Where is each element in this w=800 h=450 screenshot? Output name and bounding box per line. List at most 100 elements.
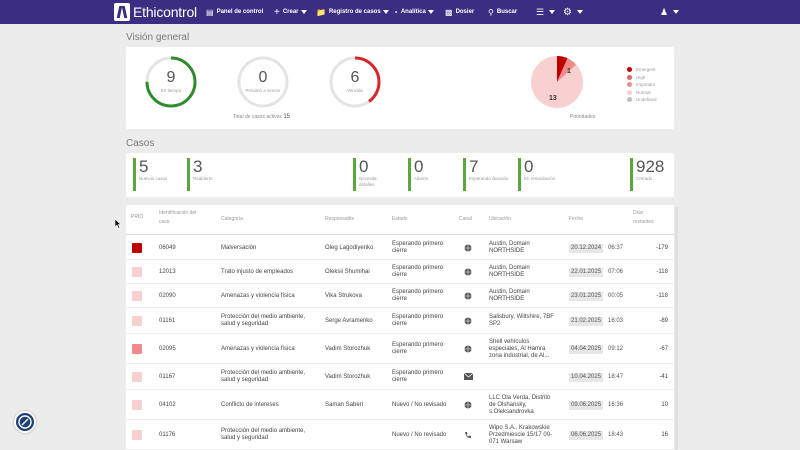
- stat-remediation[interactable]: 0 En remediación: [518, 158, 558, 191]
- priority-indicator: [132, 344, 142, 354]
- table-row[interactable]: 01161 Protección del medio ambiente, salu…: [126, 308, 674, 334]
- table-row[interactable]: 01176 Protección del medio ambiente, salu…: [126, 420, 674, 450]
- nav-cases-registry[interactable]: 📁 Registro de casos: [316, 0, 389, 24]
- legend-item-high[interactable]: High: [627, 74, 657, 82]
- brand-link[interactable]: Ethicontrol: [114, 3, 197, 21]
- table-row[interactable]: 02095 Amenazas y violencia física Vadim St…: [126, 334, 674, 364]
- th-location[interactable]: Ubicación: [489, 215, 511, 224]
- legend-label: High: [636, 74, 646, 80]
- cell-status: Nuevo / No revisado: [392, 401, 447, 408]
- user-icon: ♟: [660, 6, 669, 17]
- cell-date: 23.01.2025: [569, 291, 604, 301]
- cell-category: Amenazas y violencia física: [221, 292, 295, 299]
- overview-title: Visión general: [126, 32, 190, 43]
- cell-days-left: -89: [659, 317, 668, 324]
- cell-time: 06:37: [608, 244, 624, 251]
- nav-user[interactable]: ♟: [660, 0, 680, 24]
- cell-category: Protección del medio ambiente, salud y s…: [221, 314, 306, 327]
- nav-analytics[interactable]: ◔ Analítica: [393, 0, 434, 24]
- plus-icon: +: [274, 6, 280, 18]
- table-row[interactable]: 06049 Malversación Oleg Lagodiyenko Esperan…: [126, 236, 674, 260]
- table-row[interactable]: 12013 Trato injusto de empleados Oleksii S…: [126, 260, 674, 284]
- nav-create-label: Crear: [282, 9, 299, 15]
- gauge-overdue[interactable]: 6 Vencido: [328, 55, 382, 109]
- cell-case-id[interactable]: 02095: [159, 346, 176, 353]
- th-priority[interactable]: PRIO: [131, 213, 143, 222]
- stat-open[interactable]: 0 Abierto: [408, 158, 428, 191]
- nav-settings[interactable]: ⚙: [563, 0, 583, 24]
- pie-chart-icon: ◔: [393, 7, 398, 17]
- cell-time: 16:36: [608, 401, 624, 408]
- gauge-due-soon-label: Próximo a vencer: [245, 88, 281, 93]
- chevron-down-icon: [576, 10, 583, 14]
- cell-case-id[interactable]: 04102: [159, 402, 176, 409]
- folder-icon: 📁: [316, 7, 326, 17]
- nav-dossier[interactable]: ▩ Dosier: [445, 0, 474, 24]
- total-active-value: 15: [283, 114, 290, 120]
- cell-category: Amenazas y violencia física: [221, 345, 295, 352]
- legend-label: Important: [636, 82, 656, 88]
- cell-time: 09:12: [608, 345, 624, 352]
- nav-search[interactable]: ⚲ Buscar: [488, 0, 517, 24]
- stat-closed[interactable]: 928 Cerrado: [630, 158, 664, 191]
- help-widget-button[interactable]: [14, 411, 36, 433]
- th-channel[interactable]: Canal: [459, 215, 472, 224]
- nav-cases-registry-label: Registro de casos: [328, 9, 381, 15]
- cell-days-left: -41: [659, 373, 668, 380]
- cell-case-id[interactable]: 01176: [159, 432, 175, 439]
- globe-icon: [464, 244, 472, 252]
- stat-awaiting-decision[interactable]: 7 Esperando decisión: [463, 158, 509, 191]
- cell-case-id[interactable]: 01167: [159, 374, 175, 381]
- gauge-overdue-label: Vencido: [346, 88, 363, 93]
- mouse-cursor-icon: [115, 219, 122, 229]
- cell-case-id[interactable]: 01161: [159, 318, 175, 325]
- legend-item-normal[interactable]: Normal: [627, 89, 657, 97]
- cell-date: 10.04.2025: [569, 372, 604, 382]
- stat-reopened[interactable]: 3 Reabierto: [187, 158, 213, 191]
- ethicontrol-logo-icon: [114, 3, 130, 21]
- cell-responsible: Serge Avramenko: [325, 317, 373, 324]
- table-row[interactable]: 01167 Protección del medio ambiente, salu…: [126, 364, 674, 390]
- th-date[interactable]: Fecha: [569, 215, 583, 224]
- globe-icon: [464, 292, 472, 300]
- stat-value: 3: [193, 157, 203, 176]
- cell-case-id[interactable]: 12013: [159, 269, 176, 276]
- stat-new-cases[interactable]: 5 Nuevos casos: [133, 158, 167, 191]
- cell-location: Wipo S.A., Krakowskie Przedmiescie 15/17…: [489, 424, 553, 445]
- legend-item-undefined[interactable]: Undefined: [627, 96, 657, 104]
- th-days-left[interactable]: Días restantes: [633, 209, 663, 227]
- stat-needs-details[interactable]: 0 Necesita detalles: [353, 158, 393, 191]
- gauge-due-soon[interactable]: 0 Próximo a vencer: [236, 55, 290, 109]
- scrollbar[interactable]: [675, 207, 678, 450]
- cell-status: Esperando primero cierre: [392, 265, 444, 278]
- cell-date: 21.02.2025: [569, 316, 604, 326]
- nav-dashboard[interactable]: ▤ Panel de control: [206, 0, 263, 24]
- legend-dot: [627, 82, 632, 88]
- gauge-on-time[interactable]: 9 En tiempo: [144, 55, 198, 109]
- nav-search-label: Buscar: [496, 9, 518, 15]
- legend-item-important[interactable]: Important: [627, 81, 657, 89]
- priorities-pie[interactable]: 1 13: [530, 55, 584, 109]
- stat-value: 0: [524, 157, 534, 176]
- cell-responsible: Vadim Storozhuk: [325, 345, 371, 352]
- nav-create[interactable]: + Crear: [274, 0, 307, 24]
- legend-label: Undefined: [636, 97, 657, 103]
- nav-menu[interactable]: ☰: [536, 0, 556, 24]
- table-row[interactable]: 02090 Amenazas y violencia física Vika Str…: [126, 284, 674, 308]
- th-responsible[interactable]: Responsable: [325, 215, 354, 224]
- legend-dot: [627, 67, 632, 73]
- stat-value: 0: [414, 157, 424, 176]
- priority-indicator: [132, 400, 142, 410]
- legend-item-emergent[interactable]: Emergent: [627, 66, 657, 74]
- th-status[interactable]: Estado: [392, 215, 408, 224]
- cell-days-left: 10: [661, 401, 668, 408]
- table-row[interactable]: 04102 Conflicto de intereses Saman Saberi N…: [126, 390, 674, 420]
- cell-time: 16:03: [608, 317, 624, 324]
- legend-dot: [627, 89, 632, 95]
- cell-responsible: Oleg Lagodiyenko: [325, 244, 374, 251]
- table-header: PRIO Identificación del caso Categoría R…: [126, 207, 674, 235]
- cell-case-id[interactable]: 06049: [159, 245, 176, 252]
- th-category[interactable]: Categoría: [221, 215, 243, 224]
- cell-case-id[interactable]: 02090: [159, 293, 176, 300]
- th-case-id[interactable]: Identificación del caso: [159, 209, 205, 227]
